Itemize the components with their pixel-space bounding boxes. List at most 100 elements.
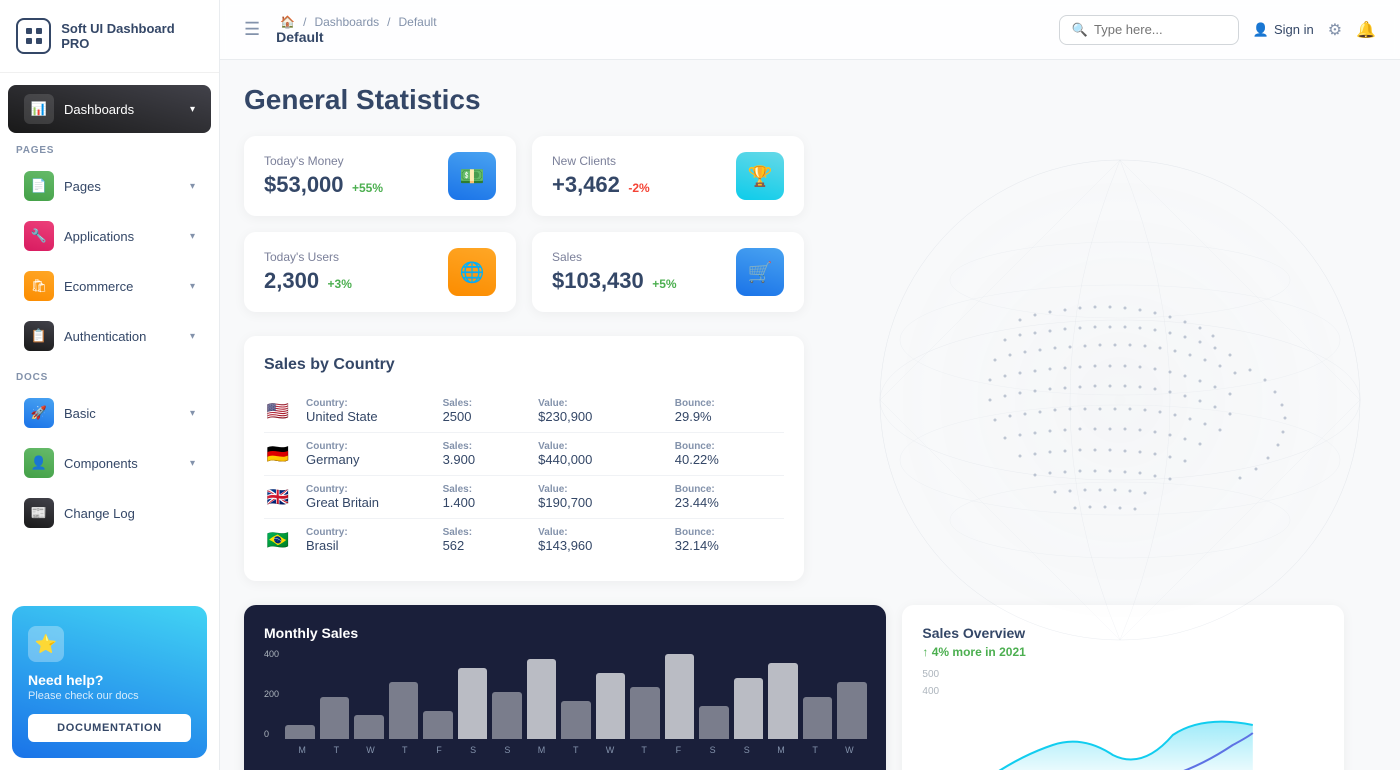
- sidebar-item-basic[interactable]: 🚀 Basic ▾: [8, 389, 211, 437]
- bar-y-label-2: 0: [264, 729, 279, 739]
- sign-in-label: Sign in: [1274, 22, 1314, 37]
- stat-value-3: $103,430 +5%: [552, 268, 677, 294]
- bar-16: [837, 682, 867, 739]
- chevron-down-icon: ▾: [190, 458, 195, 469]
- bar-7: [527, 659, 557, 739]
- bar-14: [768, 663, 798, 739]
- ecommerce-icon: 🛍: [24, 271, 54, 301]
- stat-value-text-0: $53,000: [264, 172, 344, 197]
- sidebar-label-ecommerce: Ecommerce: [64, 279, 190, 294]
- country-name-col-0: Country: United State: [306, 398, 443, 424]
- country-sales-3: 562: [443, 538, 539, 553]
- country-value-col-0: Value: $230,900: [538, 398, 675, 424]
- bar-chart-title: Monthly Sales: [264, 625, 866, 641]
- docs-section-label: DOCS: [0, 362, 219, 387]
- authentication-icon: 📋: [24, 321, 54, 351]
- stat-icon-2: 🌐: [448, 248, 496, 296]
- settings-icon[interactable]: ⚙: [1328, 20, 1342, 40]
- page-current-label: Default: [276, 29, 440, 45]
- components-icon: 👤: [24, 448, 54, 478]
- country-sales-col-3: Sales: 562: [443, 527, 539, 553]
- stat-change-0: +55%: [352, 181, 383, 195]
- country-bounce-1: 40.22%: [675, 452, 784, 467]
- stat-value-0: $53,000 +55%: [264, 172, 383, 198]
- bar-y-label-1: 200: [264, 689, 279, 699]
- bar-8: [561, 701, 591, 739]
- hamburger-icon[interactable]: ☰: [244, 19, 260, 40]
- country-label-3: Country:: [306, 527, 443, 538]
- country-sales-col-2: Sales: 1.400: [443, 484, 539, 510]
- stat-value-2: 2,300 +3%: [264, 268, 352, 294]
- stat-label-3: Sales: [552, 250, 677, 264]
- stat-info-2: Today's Users 2,300 +3%: [264, 250, 352, 294]
- bell-icon[interactable]: 🔔: [1356, 20, 1376, 40]
- country-label-2: Country:: [306, 484, 443, 495]
- stat-label-1: New Clients: [552, 154, 650, 168]
- bar-6: [492, 692, 522, 739]
- country-row-0: 🇺🇸 Country: United State Sales: 2500 Val…: [264, 390, 784, 433]
- chevron-down-icon: ▾: [190, 331, 195, 342]
- breadcrumb-current: Default: [399, 15, 437, 29]
- sidebar-item-pages[interactable]: 📄 Pages ▾: [8, 162, 211, 210]
- stat-value-1: +3,462 -2%: [552, 172, 650, 198]
- chevron-down-icon: ▾: [190, 104, 195, 115]
- dashboards-icon: 📊: [24, 94, 54, 124]
- bar-x-label-10: T: [627, 745, 661, 755]
- sidebar-item-components[interactable]: 👤 Components ▾: [8, 439, 211, 487]
- country-value-3: $143,960: [538, 538, 675, 553]
- stat-card-3: Sales $103,430 +5% 🛒: [532, 232, 804, 312]
- country-bounce-col-1: Bounce: 40.22%: [675, 441, 784, 467]
- bar-x-label-16: W: [832, 745, 866, 755]
- help-card: ⭐ Need help? Please check our docs DOCUM…: [12, 606, 207, 758]
- stat-label-2: Today's Users: [264, 250, 352, 264]
- breadcrumb-separator2: /: [387, 15, 390, 29]
- home-icon: 🏠: [280, 15, 295, 29]
- country-value-col-2: Value: $190,700: [538, 484, 675, 510]
- breadcrumb-path: 🏠 / Dashboards / Default: [276, 15, 440, 29]
- country-sales-col-0: Sales: 2500: [443, 398, 539, 424]
- chevron-down-icon: ▾: [190, 231, 195, 242]
- stat-icon-1: 🏆: [736, 152, 784, 200]
- bar-10: [630, 687, 660, 739]
- stat-icon-3: 🛒: [736, 248, 784, 296]
- sign-in-button[interactable]: 👤 Sign in: [1253, 22, 1314, 38]
- logo-container: Soft UI Dashboard PRO: [0, 0, 219, 73]
- search-input[interactable]: [1094, 22, 1234, 37]
- breadcrumb-dashboards[interactable]: Dashboards: [314, 15, 379, 29]
- sidebar-item-changelog[interactable]: 📰 Change Log: [8, 489, 211, 537]
- country-bounce-2: 23.44%: [675, 495, 784, 510]
- bar-x-label-7: M: [524, 745, 558, 755]
- bar-x-label-6: S: [490, 745, 524, 755]
- country-bounce-col-2: Bounce: 23.44%: [675, 484, 784, 510]
- bar-y-label-0: 400: [264, 649, 279, 659]
- search-icon: 🔍: [1072, 22, 1088, 38]
- bar-chart-card: Monthly Sales 4002000 MTWTFSSMTWTFSSMTW: [244, 605, 886, 770]
- country-table: 🇺🇸 Country: United State Sales: 2500 Val…: [264, 390, 784, 561]
- sales-y-labels: 500400: [922, 669, 1324, 697]
- sidebar-item-dashboards[interactable]: 📊 Dashboards ▾: [8, 85, 211, 133]
- sidebar: Soft UI Dashboard PRO 📊 Dashboards ▾ PAG…: [0, 0, 220, 770]
- bar-x-label-1: T: [319, 745, 353, 755]
- bar-x-label-15: T: [798, 745, 832, 755]
- stat-value-text-1: +3,462: [552, 172, 620, 197]
- stat-icon-0: 💵: [448, 152, 496, 200]
- bar-x-label-4: F: [422, 745, 456, 755]
- country-bounce-col-3: Bounce: 32.14%: [675, 527, 784, 553]
- country-row-3: 🇧🇷 Country: Brasil Sales: 562 Value: $14…: [264, 519, 784, 561]
- bar-12: [699, 706, 729, 739]
- sidebar-label-components: Components: [64, 456, 190, 471]
- documentation-button[interactable]: DOCUMENTATION: [28, 714, 191, 742]
- star-icon: ⭐: [28, 626, 64, 662]
- country-value-col-3: Value: $143,960: [538, 527, 675, 553]
- stat-change-3: +5%: [652, 277, 676, 291]
- stat-card-2: Today's Users 2,300 +3% 🌐: [244, 232, 516, 312]
- chevron-down-icon: ▾: [190, 181, 195, 192]
- stat-change-1: -2%: [628, 181, 649, 195]
- applications-icon: 🔧: [24, 221, 54, 251]
- search-box[interactable]: 🔍: [1059, 15, 1239, 45]
- main-content: ☰ 🏠 / Dashboards / Default Default 🔍 👤 S…: [220, 0, 1400, 770]
- sidebar-item-applications[interactable]: 🔧 Applications ▾: [8, 212, 211, 260]
- sidebar-item-ecommerce[interactable]: 🛍 Ecommerce ▾: [8, 262, 211, 310]
- sidebar-item-authentication[interactable]: 📋 Authentication ▾: [8, 312, 211, 360]
- sidebar-nav: 📊 Dashboards ▾ PAGES 📄 Pages ▾ 🔧 Applica…: [0, 73, 219, 594]
